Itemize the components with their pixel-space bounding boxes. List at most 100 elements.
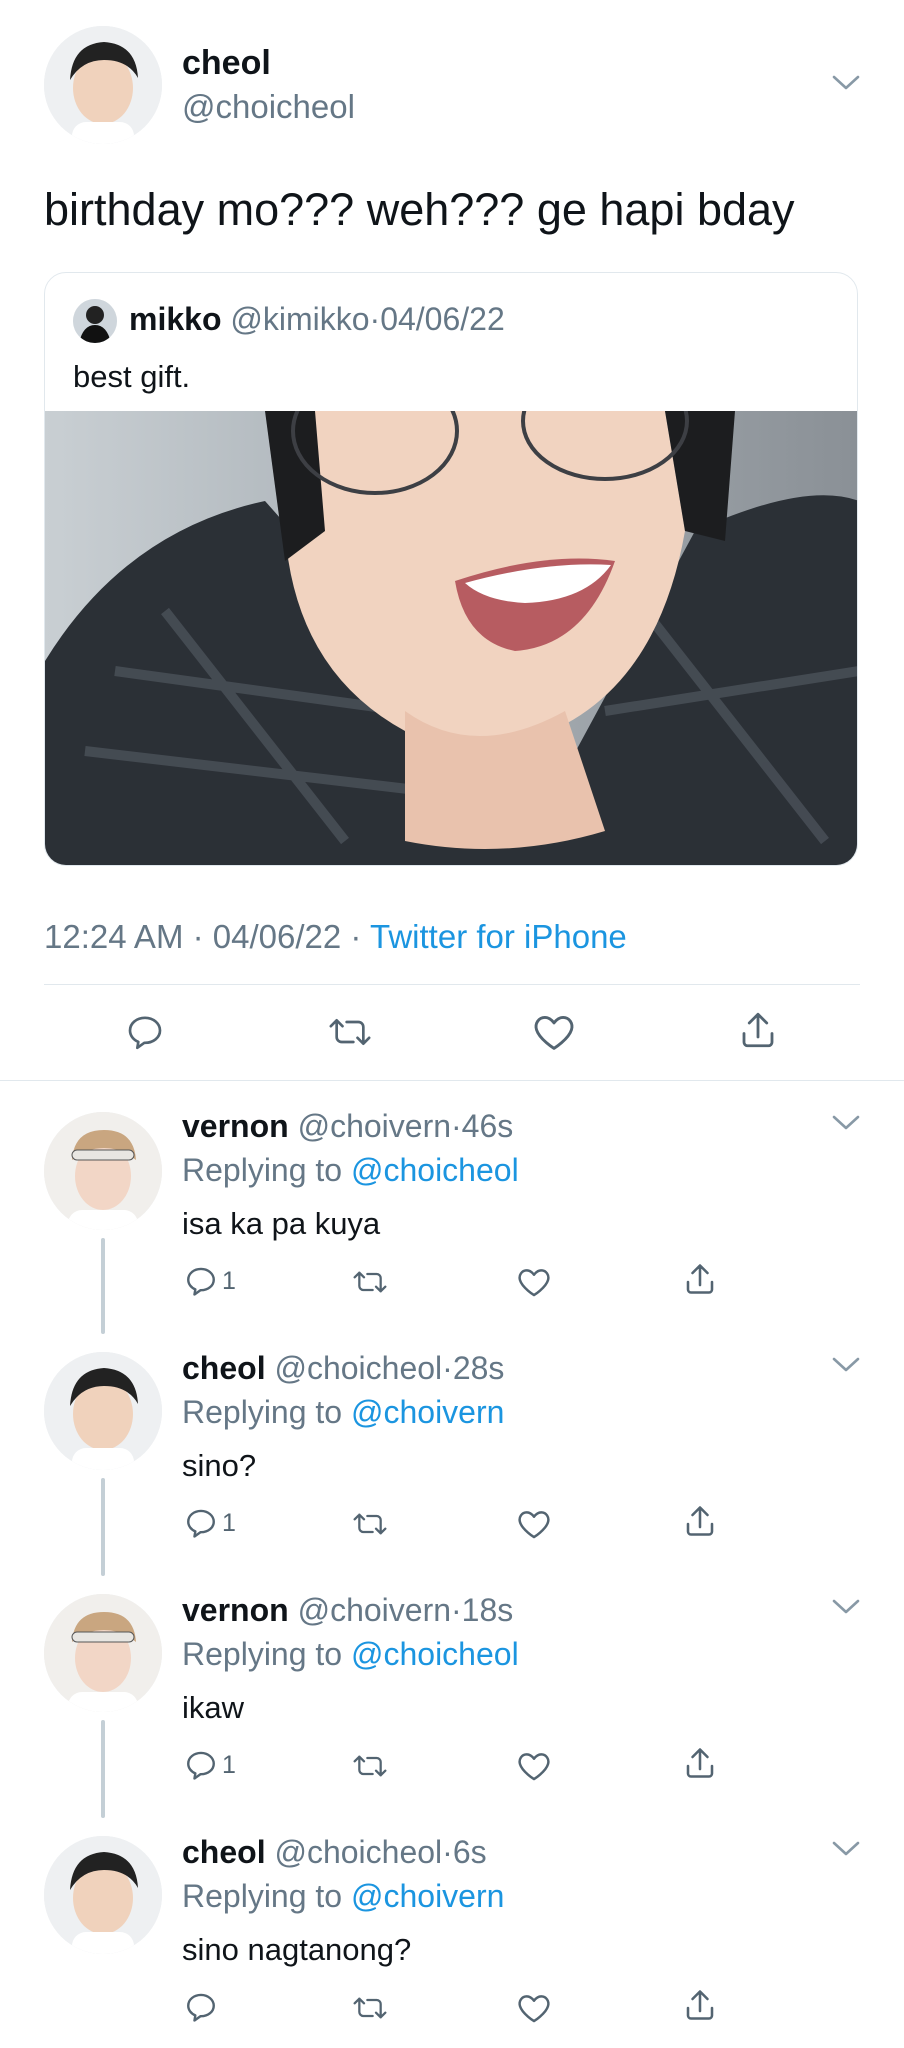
chevron-down-icon[interactable] <box>832 1840 860 1863</box>
reply-handle[interactable]: @choivern <box>298 1592 451 1628</box>
reply-time: 28s <box>452 1350 505 1386</box>
author-avatar[interactable] <box>44 26 162 144</box>
reply-tweet[interactable]: vernon @choivern·18s Replying to @choich… <box>0 1574 904 1814</box>
tweet-meta: 12:24 AM · 04/06/22 · Twitter for iPhone <box>44 918 627 956</box>
quoted-tweet[interactable]: mikko @kimikko·04/06/22 best gift. <box>44 272 858 866</box>
reply-time: 46s <box>461 1108 514 1144</box>
reply-avatar[interactable] <box>44 1594 162 1712</box>
replying-prefix: Replying to <box>182 1394 343 1430</box>
reply-name[interactable]: cheol <box>182 1350 266 1386</box>
chevron-down-icon[interactable] <box>832 1598 860 1621</box>
chevron-down-icon[interactable] <box>832 1356 860 1379</box>
retweet-icon <box>329 1019 371 1045</box>
reply-name[interactable]: cheol <box>182 1834 266 1870</box>
replying-to: Replying to @choicheol <box>182 1636 519 1673</box>
share-icon <box>686 1264 714 1294</box>
reply-avatar[interactable] <box>44 1352 162 1470</box>
main-share-button[interactable] <box>737 1008 779 1052</box>
like-icon <box>518 1269 550 1297</box>
reply-button[interactable]: 1 <box>184 1264 236 1298</box>
meta-divider <box>44 984 860 985</box>
quoted-date: 04/06/22 <box>380 301 505 337</box>
main-like-button[interactable] <box>532 1012 576 1052</box>
like-icon <box>518 1753 550 1781</box>
main-retweet-button[interactable] <box>326 1012 374 1052</box>
reply-button[interactable]: 1 <box>184 1506 236 1540</box>
replying-to-handle[interactable]: @choicheol <box>351 1152 519 1188</box>
reply-handle[interactable]: @choicheol <box>274 1350 442 1386</box>
share-icon <box>686 1990 714 2020</box>
dot-separator: · <box>350 918 362 955</box>
reply-avatar[interactable] <box>44 1112 162 1230</box>
reply-header: cheol @choicheol·6s <box>182 1834 487 1871</box>
reply-count: 1 <box>222 1750 236 1779</box>
chevron-down-icon[interactable] <box>832 1114 860 1137</box>
reply-icon <box>187 1509 215 1538</box>
reply-name[interactable]: vernon <box>182 1592 289 1628</box>
retweet-button[interactable] <box>350 1508 390 1545</box>
main-reply-button[interactable] <box>124 1012 166 1052</box>
share-button[interactable] <box>682 1260 718 1303</box>
reply-tweet[interactable]: cheol @choicheol·6s Replying to @choiver… <box>0 1816 904 2048</box>
reply-time: 6s <box>452 1834 487 1870</box>
reply-button[interactable] <box>184 1990 222 2024</box>
author-name[interactable]: cheol <box>182 44 271 83</box>
like-icon <box>534 1016 574 1050</box>
replying-to: Replying to @choivern <box>182 1878 504 1915</box>
tweet-date: 04/06/22 <box>212 918 342 955</box>
retweet-button[interactable] <box>350 1266 390 1303</box>
reply-icon <box>187 1993 215 2022</box>
retweet-button[interactable] <box>350 1992 390 2029</box>
reply-time: 18s <box>461 1592 514 1628</box>
reply-icon <box>187 1751 215 1780</box>
like-button[interactable] <box>516 1508 552 1545</box>
share-button[interactable] <box>682 1986 718 2029</box>
dot-separator: · <box>451 1592 462 1628</box>
reply-text: isa ka pa kuya <box>182 1206 381 1241</box>
tweet-source[interactable]: Twitter for iPhone <box>370 918 627 955</box>
reply-handle[interactable]: @choivern <box>298 1108 451 1144</box>
reply-tweet[interactable]: cheol @choicheol·28s Replying to @choive… <box>0 1332 904 1572</box>
share-icon <box>742 1012 774 1048</box>
reply-text: ikaw <box>182 1690 245 1725</box>
dot-separator: · <box>442 1834 453 1870</box>
retweet-icon <box>353 1755 387 1777</box>
quoted-avatar <box>73 299 117 343</box>
replying-prefix: Replying to <box>182 1636 343 1672</box>
chevron-down-icon[interactable] <box>832 74 860 97</box>
reply-avatar[interactable] <box>44 1836 162 1954</box>
dot-separator: · <box>442 1350 453 1386</box>
like-button[interactable] <box>516 1992 552 2029</box>
thread-line <box>101 1720 105 1818</box>
section-divider <box>0 1080 904 1081</box>
like-button[interactable] <box>516 1266 552 1303</box>
thread-line <box>101 1238 105 1334</box>
reply-button[interactable]: 1 <box>184 1748 236 1782</box>
tweet-time: 12:24 AM <box>44 918 184 955</box>
retweet-button[interactable] <box>350 1750 390 1787</box>
quoted-photo[interactable] <box>45 411 857 865</box>
replying-to-handle[interactable]: @choicheol <box>351 1636 519 1672</box>
quoted-handle: @kimikko <box>230 301 370 337</box>
dot-separator: · <box>192 918 204 955</box>
replying-to-handle[interactable]: @choivern <box>351 1878 504 1914</box>
retweet-icon <box>353 1997 387 2019</box>
share-icon <box>686 1506 714 1536</box>
quoted-name: mikko <box>129 301 222 337</box>
reply-tweet[interactable]: vernon @choivern·46s Replying to @choich… <box>0 1090 904 1330</box>
replying-prefix: Replying to <box>182 1152 343 1188</box>
share-button[interactable] <box>682 1502 718 1545</box>
replying-prefix: Replying to <box>182 1878 343 1914</box>
share-button[interactable] <box>682 1744 718 1787</box>
retweet-icon <box>353 1271 387 1293</box>
reply-text: sino nagtanong? <box>182 1932 412 1967</box>
reply-header: vernon @choivern·46s <box>182 1108 513 1145</box>
replying-to-handle[interactable]: @choivern <box>351 1394 504 1430</box>
share-icon <box>686 1748 714 1778</box>
like-button[interactable] <box>516 1750 552 1787</box>
reply-handle[interactable]: @choicheol <box>274 1834 442 1870</box>
author-handle[interactable]: @choicheol <box>182 88 355 126</box>
reply-name[interactable]: vernon <box>182 1108 289 1144</box>
reply-icon <box>187 1267 215 1296</box>
quoted-header: mikko @kimikko·04/06/22 <box>129 301 505 338</box>
